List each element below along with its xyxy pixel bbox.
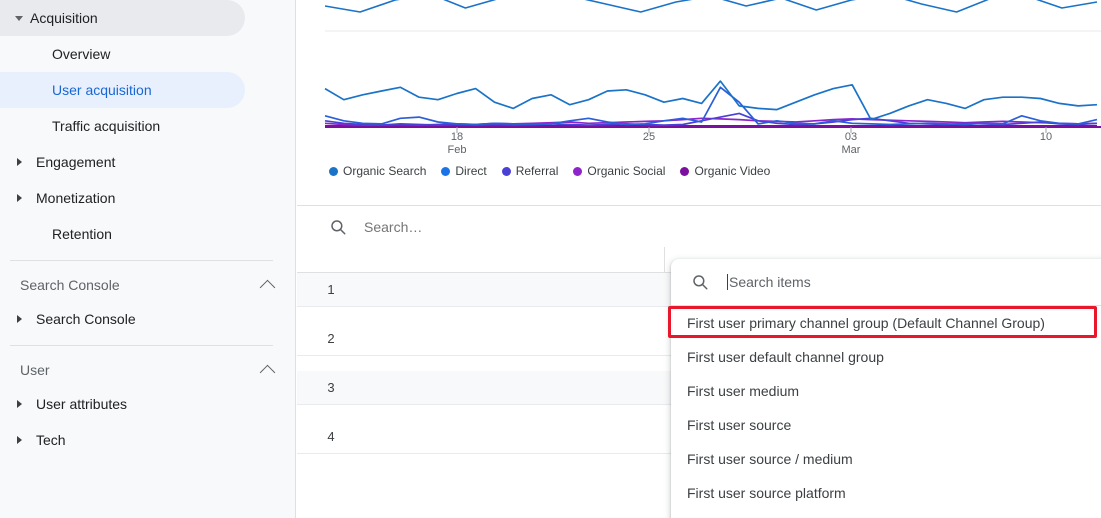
sidebar-divider xyxy=(10,345,273,346)
axis-tick-label: 10 xyxy=(1026,131,1066,144)
chart-svg xyxy=(324,0,1101,133)
sidebar-item-label: Monetization xyxy=(36,190,116,206)
column-divider xyxy=(664,247,665,272)
legend-label: Referral xyxy=(515,164,559,178)
sidebar-item-label: Acquisition xyxy=(30,10,98,26)
sidebar-item-label: Overview xyxy=(52,46,111,62)
sidebar-item-user-acquisition[interactable]: User acquisition xyxy=(0,72,295,108)
axis-tick-label: 18 Feb xyxy=(437,131,477,157)
sidebar-item-acquisition[interactable]: Acquisition xyxy=(0,0,295,36)
axis-tick-sublabel: Feb xyxy=(447,144,467,156)
sidebar-item-label: Traffic acquisition xyxy=(52,118,161,134)
axis-tick-sublabel: Mar xyxy=(841,144,861,156)
legend-label: Direct xyxy=(455,164,487,178)
table-search-bar[interactable] xyxy=(297,205,1101,247)
dropdown-item[interactable]: First user source xyxy=(671,408,1101,442)
chart-lower-series xyxy=(324,80,1098,127)
sidebar: Acquisition Overview User acquisition Tr… xyxy=(0,0,296,518)
dimension-picker-dropdown[interactable]: Search items First user primary channel … xyxy=(671,259,1101,518)
sidebar-item-retention[interactable]: Retention xyxy=(0,216,295,252)
row-number: 3 xyxy=(327,380,335,395)
legend-label: Organic Video xyxy=(694,164,771,178)
legend-color-dot xyxy=(501,166,511,176)
main-panel: 18 Feb 25 03 Mar 10 Organic Search Direct Refer… xyxy=(297,0,1101,518)
sidebar-divider xyxy=(10,260,273,261)
axis-tick-label: 03 Mar xyxy=(831,131,871,157)
sidebar-item-label: User attributes xyxy=(36,396,128,412)
dropdown-item[interactable]: First user source platform xyxy=(671,476,1101,510)
sidebar-item-label: User acquisition xyxy=(52,82,152,98)
triangle-right-icon[interactable] xyxy=(8,315,30,323)
legend-label: Organic Search xyxy=(343,164,427,178)
dropdown-search-placeholder: Search items xyxy=(729,274,811,290)
app-root: Acquisition Overview User acquisition Tr… xyxy=(0,0,1101,518)
legend-item[interactable]: Organic Video xyxy=(680,164,770,178)
dropdown-item[interactable]: First user default channel group xyxy=(671,340,1101,374)
dropdown-item[interactable]: First user medium xyxy=(671,374,1101,408)
axis-tick-value: 18 xyxy=(450,131,464,143)
sidebar-section-user[interactable]: User xyxy=(0,354,295,386)
dropdown-item[interactable]: First user source / medium xyxy=(671,442,1101,476)
legend-item[interactable]: Organic Search xyxy=(329,164,426,178)
chart-series-line xyxy=(324,80,1098,121)
dropdown-search-row[interactable]: Search items xyxy=(671,259,1101,306)
chevron-up-icon[interactable] xyxy=(259,364,276,380)
sidebar-item-tech[interactable]: Tech xyxy=(0,422,295,458)
sidebar-item-label: Search Console xyxy=(36,311,136,327)
legend-color-dot xyxy=(573,166,583,176)
legend-color-dot xyxy=(680,166,690,176)
triangle-right-icon[interactable] xyxy=(8,400,30,408)
sidebar-item-label: Retention xyxy=(52,226,112,242)
chart-legend: Organic Search Direct Referral Organic Soci… xyxy=(329,164,779,178)
triangle-down-icon[interactable] xyxy=(8,15,30,21)
legend-color-dot xyxy=(441,166,451,176)
legend-item[interactable]: Referral xyxy=(501,164,559,178)
chart-series-line xyxy=(324,0,1098,13)
sidebar-item-search-console[interactable]: Search Console xyxy=(0,301,295,337)
sidebar-item-user-attributes[interactable]: User attributes xyxy=(0,386,295,422)
sidebar-item-traffic-acquisition[interactable]: Traffic acquisition xyxy=(0,108,295,144)
legend-color-dot xyxy=(329,166,338,176)
chart-upper-series xyxy=(324,0,1098,13)
row-number: 4 xyxy=(327,429,335,444)
row-number: 1 xyxy=(327,282,335,297)
triangle-right-icon[interactable] xyxy=(8,194,30,202)
legend-item[interactable]: Organic Social xyxy=(573,164,665,178)
section-title: User xyxy=(20,362,50,378)
axis-tick-value: 03 xyxy=(844,131,858,143)
axis-tick-label: 25 xyxy=(629,131,669,144)
axis-tick-value: 25 xyxy=(642,131,656,143)
chevron-up-icon[interactable] xyxy=(259,279,276,295)
sidebar-item-engagement[interactable]: Engagement xyxy=(0,144,295,180)
triangle-right-icon[interactable] xyxy=(8,436,30,444)
sidebar-item-label: Engagement xyxy=(36,154,116,170)
text-caret xyxy=(727,274,728,290)
section-title: Search Console xyxy=(20,277,120,293)
sidebar-item-monetization[interactable]: Monetization xyxy=(0,180,295,216)
axis-tick-value: 10 xyxy=(1039,131,1053,143)
user-acquisition-chart: 18 Feb 25 03 Mar 10 xyxy=(297,0,1101,190)
legend-item[interactable]: Direct xyxy=(441,164,487,178)
search-input[interactable] xyxy=(362,217,786,236)
legend-label: Organic Social xyxy=(587,164,666,178)
sidebar-item-label: Tech xyxy=(36,432,66,448)
search-icon xyxy=(329,218,347,236)
row-number: 2 xyxy=(327,331,335,346)
sidebar-section-search-console[interactable]: Search Console xyxy=(0,269,295,301)
triangle-right-icon[interactable] xyxy=(8,158,30,166)
sidebar-item-overview[interactable]: Overview xyxy=(0,36,295,72)
dropdown-item[interactable]: First user primary channel group (Defaul… xyxy=(671,306,1101,340)
dropdown-item-list: First user primary channel group (Defaul… xyxy=(671,306,1101,510)
search-icon xyxy=(691,273,709,291)
